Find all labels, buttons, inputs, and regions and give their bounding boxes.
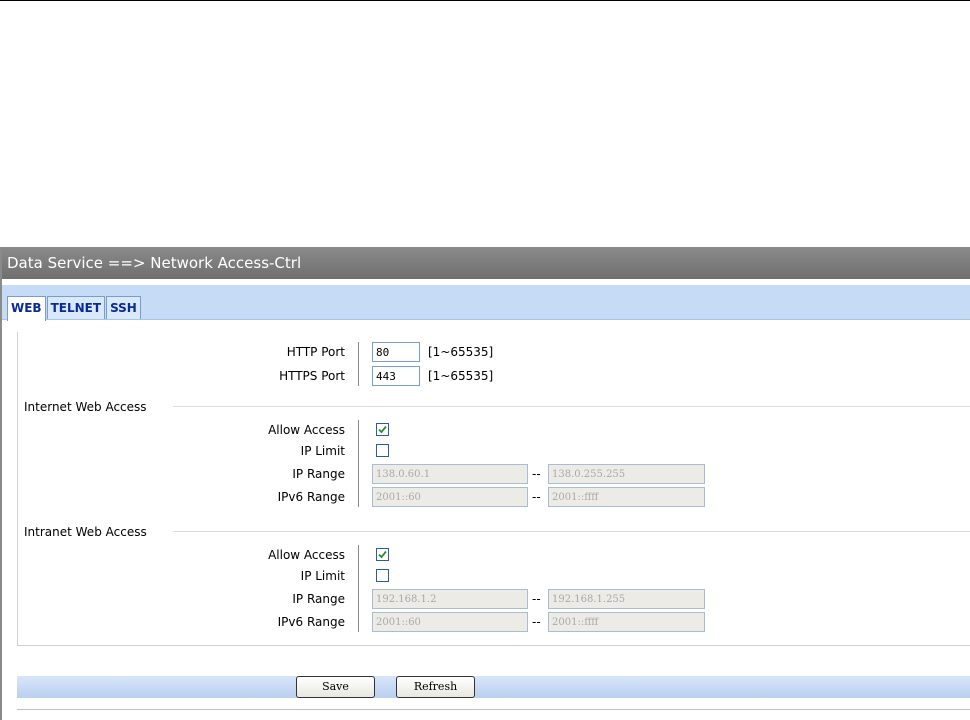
intranet-allow-label: Allow Access xyxy=(268,548,345,562)
divider xyxy=(358,464,359,488)
divider xyxy=(358,366,359,386)
intranet-ipv6-from-input[interactable] xyxy=(372,612,528,632)
divider xyxy=(358,566,359,590)
tab-bar: WEB TELNET SSH xyxy=(2,285,970,321)
divider xyxy=(358,589,359,613)
internet-iplimit-checkbox[interactable] xyxy=(376,444,389,457)
internet-iplimit-label: IP Limit xyxy=(300,444,345,458)
bottom-divider xyxy=(17,709,970,710)
intranet-iplimit-label: IP Limit xyxy=(300,569,345,583)
intranet-section-header: Intranet Web Access xyxy=(18,524,970,540)
divider xyxy=(358,612,359,632)
internet-allow-label: Allow Access xyxy=(268,423,345,437)
https-port-range: [1~65535] xyxy=(428,369,494,383)
tab-telnet[interactable]: TELNET xyxy=(46,296,106,319)
refresh-button[interactable]: Refresh xyxy=(396,676,475,698)
http-port-input[interactable] xyxy=(372,342,420,362)
section-divider xyxy=(173,406,970,407)
network-access-panel: Data Service ==> Network Access-Ctrl WEB… xyxy=(0,247,970,720)
section-divider xyxy=(173,531,970,532)
internet-section-header: Internet Web Access xyxy=(18,399,970,415)
range-dash: -- xyxy=(532,592,541,606)
internet-iprange-row: IP Range -- xyxy=(18,464,970,488)
intranet-allow-checkbox[interactable] xyxy=(376,548,389,561)
internet-ip-to-input[interactable] xyxy=(548,464,705,484)
internet-ip-from-input[interactable] xyxy=(372,464,528,484)
https-port-input[interactable] xyxy=(372,366,420,386)
internet-ipv6-to-input[interactable] xyxy=(548,487,705,507)
web-settings-form: HTTP Port [1~65535] HTTPS Port [1~65535]… xyxy=(17,332,970,646)
internet-allow-row: Allow Access xyxy=(18,420,970,444)
intranet-ip-to-input[interactable] xyxy=(548,589,705,609)
intranet-allow-row: Allow Access xyxy=(18,545,970,569)
tab-web[interactable]: WEB xyxy=(7,296,46,321)
internet-allow-checkbox[interactable] xyxy=(376,423,389,436)
divider xyxy=(358,441,359,465)
save-button[interactable]: Save xyxy=(296,676,375,698)
intranet-ip-from-input[interactable] xyxy=(372,589,528,609)
intranet-ipv6range-row: IPv6 Range -- xyxy=(18,612,970,632)
internet-iplimit-row: IP Limit xyxy=(18,441,970,465)
checkmark-icon xyxy=(378,550,387,559)
intranet-iplimit-row: IP Limit xyxy=(18,566,970,590)
intranet-ipv6-to-input[interactable] xyxy=(548,612,705,632)
page-title: Data Service ==> Network Access-Ctrl xyxy=(2,247,970,279)
range-dash: -- xyxy=(532,615,541,629)
intranet-section-title: Intranet Web Access xyxy=(24,525,147,539)
internet-ipv6range-label: IPv6 Range xyxy=(277,490,345,504)
intranet-iplimit-checkbox[interactable] xyxy=(376,569,389,582)
tab-ssh[interactable]: SSH xyxy=(106,296,141,319)
internet-section-title: Internet Web Access xyxy=(24,400,147,414)
divider xyxy=(358,487,359,507)
internet-ipv6-from-input[interactable] xyxy=(372,487,528,507)
http-port-range: [1~65535] xyxy=(428,345,494,359)
top-divider xyxy=(0,0,970,1)
http-port-row: HTTP Port [1~65535] xyxy=(18,342,970,366)
range-dash: -- xyxy=(532,490,541,504)
button-bar: Save Refresh xyxy=(17,676,970,698)
internet-ipv6range-row: IPv6 Range -- xyxy=(18,487,970,507)
https-port-row: HTTPS Port [1~65535] xyxy=(18,366,970,386)
https-port-label: HTTPS Port xyxy=(279,369,345,383)
internet-iprange-label: IP Range xyxy=(292,467,345,481)
intranet-iprange-row: IP Range -- xyxy=(18,589,970,613)
divider xyxy=(358,342,359,366)
checkmark-icon xyxy=(378,425,387,434)
intranet-iprange-label: IP Range xyxy=(292,592,345,606)
http-port-label: HTTP Port xyxy=(286,345,345,359)
range-dash: -- xyxy=(532,467,541,481)
intranet-ipv6range-label: IPv6 Range xyxy=(277,615,345,629)
